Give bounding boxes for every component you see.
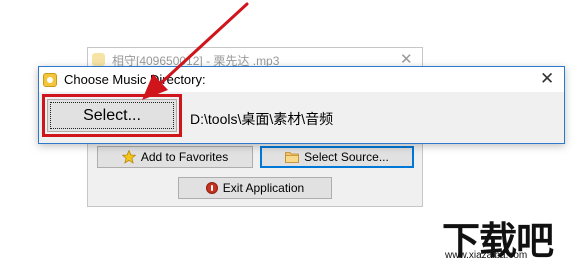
add-to-favorites-button[interactable]: Add to Favorites — [97, 146, 253, 168]
watermark: 下载吧 www.xiazaiba.com — [442, 210, 572, 263]
close-icon[interactable]: ✕ — [540, 69, 554, 89]
dialog-title: Choose Music Directory: — [64, 72, 206, 87]
watermark-url: www.xiazaiba.com — [445, 250, 528, 261]
choose-music-directory-dialog: Choose Music Directory: ✕ Select... D:\t… — [38, 66, 565, 144]
exit-application-button[interactable]: Exit Application — [178, 177, 332, 199]
exit-application-label: Exit Application — [222, 181, 305, 195]
select-button-label: Select... — [83, 106, 141, 124]
dialog-titlebar: Choose Music Directory: ✕ — [39, 67, 564, 92]
select-source-button[interactable]: Select Source... — [260, 146, 414, 168]
app-icon — [43, 73, 57, 87]
folder-icon — [285, 152, 300, 163]
app-icon — [92, 53, 105, 66]
directory-path-label: D:\tools\桌面\素材\音频 — [190, 111, 334, 127]
power-icon — [205, 182, 218, 194]
add-to-favorites-label: Add to Favorites — [140, 150, 229, 164]
select-button[interactable]: Select... — [47, 99, 177, 132]
star-icon — [121, 150, 136, 164]
select-source-label: Select Source... — [304, 150, 389, 164]
